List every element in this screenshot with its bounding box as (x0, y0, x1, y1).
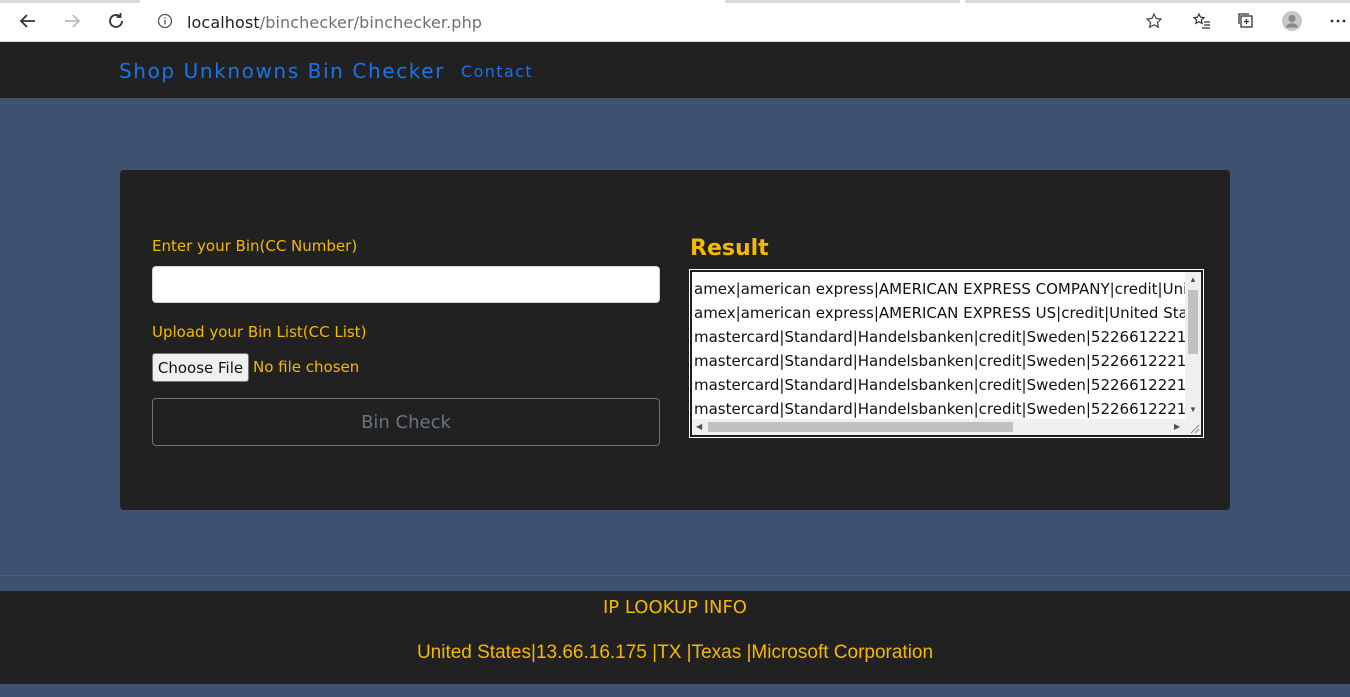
result-line: mastercard|Standard|Handelsbanken|credit… (694, 352, 1186, 370)
scroll-down-icon[interactable]: ▼ (1189, 406, 1197, 414)
vertical-scroll-thumb[interactable] (1188, 290, 1198, 354)
refresh-icon[interactable] (104, 9, 128, 33)
ip-lookup-info: United States|13.66.16.175 |TX |Texas |M… (416, 642, 934, 663)
ip-lookup-title: IP LOOKUP INFO (603, 597, 747, 618)
result-line: amex|american express|AMERICAN EXPRESS U… (694, 304, 1186, 322)
result-line: mastercard|Standard|Handelsbanken|credit… (694, 400, 1186, 418)
tab-strip (0, 0, 1350, 3)
result-line: mastercard|Standard|Handelsbanken|credit… (694, 328, 1186, 346)
url-host: localhost (187, 13, 260, 32)
scroll-right-icon[interactable]: ▶ (1174, 423, 1180, 431)
result-lines: amex|american express|AMERICAN EXPRESS C… (694, 277, 1186, 421)
back-icon[interactable] (16, 9, 40, 33)
upload-label: Upload your Bin List(CC List) (152, 323, 367, 341)
horizontal-scrollbar[interactable]: ◀ ▶ (692, 419, 1185, 435)
result-heading: Result (690, 236, 769, 261)
url-text: localhost/binchecker/binchecker.php (187, 13, 482, 32)
scroll-up-icon[interactable]: ▲ (1189, 276, 1197, 284)
more-menu-icon[interactable] (1326, 9, 1350, 33)
horizontal-scroll-thumb[interactable] (708, 422, 1013, 432)
vertical-scrollbar[interactable]: ▲ ▼ (1185, 272, 1201, 420)
bin-input-label: Enter your Bin(CC Number) (152, 237, 358, 255)
forward-icon[interactable] (60, 9, 84, 33)
choose-file-button[interactable]: Choose File (152, 353, 249, 382)
profile-avatar-icon[interactable] (1280, 9, 1304, 33)
browser-toolbar: localhost/binchecker/binchecker.php (0, 0, 1350, 42)
brand-link[interactable]: Shop Unknowns Bin Checker (119, 59, 445, 83)
result-line: mastercard|Standard|Handelsbanken|credit… (694, 376, 1186, 394)
nav-contact-link[interactable]: Contact (461, 62, 533, 81)
footer-divider (0, 575, 1350, 576)
bin-input[interactable] (152, 266, 660, 303)
collections-icon[interactable] (1234, 9, 1258, 33)
site-navbar: Shop Unknowns Bin Checker Contact (0, 42, 1350, 98)
favorites-list-icon[interactable] (1190, 9, 1214, 33)
bin-check-button[interactable]: Bin Check (152, 398, 660, 446)
file-status-text: No file chosen (253, 358, 360, 376)
address-bar[interactable]: localhost/binchecker/binchecker.php (145, 6, 1175, 37)
ip-lookup-footer: IP LOOKUP INFO United States|13.66.16.17… (0, 591, 1350, 684)
favorite-star-icon[interactable] (1145, 12, 1163, 35)
site-info-icon[interactable] (157, 13, 173, 34)
result-line: amex|american express|AMERICAN EXPRESS C… (694, 280, 1186, 298)
bin-checker-panel: Enter your Bin(CC Number) Upload your Bi… (120, 170, 1230, 510)
resize-grip-icon[interactable] (1185, 419, 1201, 435)
scroll-left-icon[interactable]: ◀ (696, 423, 702, 431)
url-path: /binchecker/binchecker.php (259, 13, 483, 32)
result-textarea[interactable]: amex|american express|AMERICAN EXPRESS C… (689, 269, 1204, 438)
